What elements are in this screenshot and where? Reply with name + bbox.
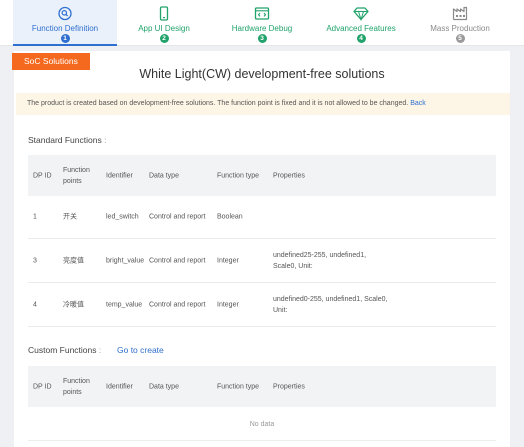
header-dp-id: DP ID bbox=[33, 383, 52, 390]
cell-function-type: Integer bbox=[217, 257, 239, 265]
section-title-text: Custom Functions bbox=[28, 345, 97, 355]
step-mass-production[interactable]: Mass Production 5 bbox=[408, 0, 512, 46]
table-row: 4 冷暖值 temp_value Control and report Inte… bbox=[28, 284, 496, 327]
header-function-points: Function points bbox=[63, 377, 90, 396]
header-dp-id: DP ID bbox=[33, 172, 52, 179]
go-to-create-link[interactable]: Go to create bbox=[117, 345, 164, 355]
section-title-text: Standard Functions bbox=[28, 135, 102, 145]
cell-dp-id: 3 bbox=[33, 257, 37, 265]
step-number: 5 bbox=[455, 34, 465, 43]
table-header: DP ID Function points Identifier Data ty… bbox=[28, 155, 496, 196]
empty-state: No data bbox=[28, 408, 496, 441]
section-title-colon: : bbox=[98, 345, 102, 355]
custom-functions-title: Custom Functions : bbox=[28, 345, 101, 355]
step-number: 3 bbox=[257, 34, 267, 43]
header-data-type: Data type bbox=[149, 172, 179, 179]
notice-banner: The product is created based on developm… bbox=[16, 93, 510, 115]
cell-properties: undefined25-255, undefined1, Scale0, Uni… bbox=[273, 252, 367, 270]
step-label: Mass Production bbox=[430, 24, 490, 33]
cell-identifier: bright_value bbox=[106, 257, 145, 265]
cell-identifier: led_switch bbox=[106, 213, 139, 221]
step-function-definition[interactable]: Function Definition 1 bbox=[13, 0, 117, 46]
header-identifier: Identifier bbox=[106, 383, 133, 390]
cell-properties: undefined0-255, undefined1, Scale0, Unit… bbox=[273, 296, 388, 314]
cell-identifier: temp_value bbox=[106, 301, 143, 309]
section-title-colon: : bbox=[104, 135, 107, 145]
standard-functions-title: Standard Functions : bbox=[28, 135, 106, 145]
step-app-ui-design[interactable]: App UI Design 2 bbox=[112, 0, 216, 46]
cell-function-point: 冷暖值 bbox=[63, 301, 84, 309]
mobile-icon bbox=[159, 6, 169, 21]
table-row: 3 亮度值 bright_value Control and report In… bbox=[28, 240, 496, 283]
step-hardware-debug[interactable]: Hardware Debug 3 bbox=[210, 0, 314, 46]
progress-steps: Function Definition 1 App UI Design 2 Ha… bbox=[0, 0, 524, 46]
solution-card: SoC Solutions White Light(CW) developmen… bbox=[12, 51, 510, 447]
step-number: 1 bbox=[60, 34, 70, 43]
factory-icon bbox=[452, 6, 468, 21]
page-title: White Light(CW) development-free solutio… bbox=[139, 67, 385, 81]
header-identifier: Identifier bbox=[106, 172, 133, 179]
header-properties: Properties bbox=[273, 172, 305, 179]
notice-text: The product is created based on developm… bbox=[27, 100, 409, 107]
step-label: Function Definition bbox=[31, 24, 99, 33]
step-label: Advanced Features bbox=[326, 24, 396, 33]
header-function-points: Function points bbox=[63, 166, 90, 185]
cell-function-point: 亮度值 bbox=[63, 257, 84, 265]
cell-function-point: 开关 bbox=[63, 213, 77, 221]
function-icon bbox=[58, 6, 72, 21]
back-link[interactable]: Back bbox=[410, 100, 426, 107]
standard-functions-table: DP ID Function points Identifier Data ty… bbox=[28, 155, 496, 327]
cell-dp-id: 1 bbox=[33, 213, 37, 221]
header-properties: Properties bbox=[273, 383, 305, 390]
header-function-type: Function type bbox=[217, 383, 260, 390]
header-data-type: Data type bbox=[149, 383, 179, 390]
debug-icon bbox=[254, 7, 270, 20]
cell-function-type: Integer bbox=[217, 301, 239, 309]
step-label: Hardware Debug bbox=[231, 24, 293, 33]
step-number: 4 bbox=[356, 34, 366, 43]
cell-data-type: Control and report bbox=[149, 213, 206, 221]
diamond-icon bbox=[353, 7, 369, 21]
step-label: App UI Design bbox=[138, 24, 190, 33]
header-function-type: Function type bbox=[217, 172, 260, 179]
cell-function-type: Boolean bbox=[217, 213, 243, 221]
cell-data-type: Control and report bbox=[149, 301, 206, 309]
cell-dp-id: 4 bbox=[33, 301, 37, 309]
custom-functions-table: DP ID Function points Identifier Data ty… bbox=[28, 366, 496, 407]
cell-data-type: Control and report bbox=[149, 257, 206, 265]
table-row: 1 开关 led_switch Control and report Boole… bbox=[28, 196, 496, 239]
step-number: 2 bbox=[159, 34, 169, 43]
table-header: DP ID Function points Identifier Data ty… bbox=[28, 366, 496, 407]
step-advanced-features[interactable]: Advanced Features 4 bbox=[309, 0, 413, 46]
